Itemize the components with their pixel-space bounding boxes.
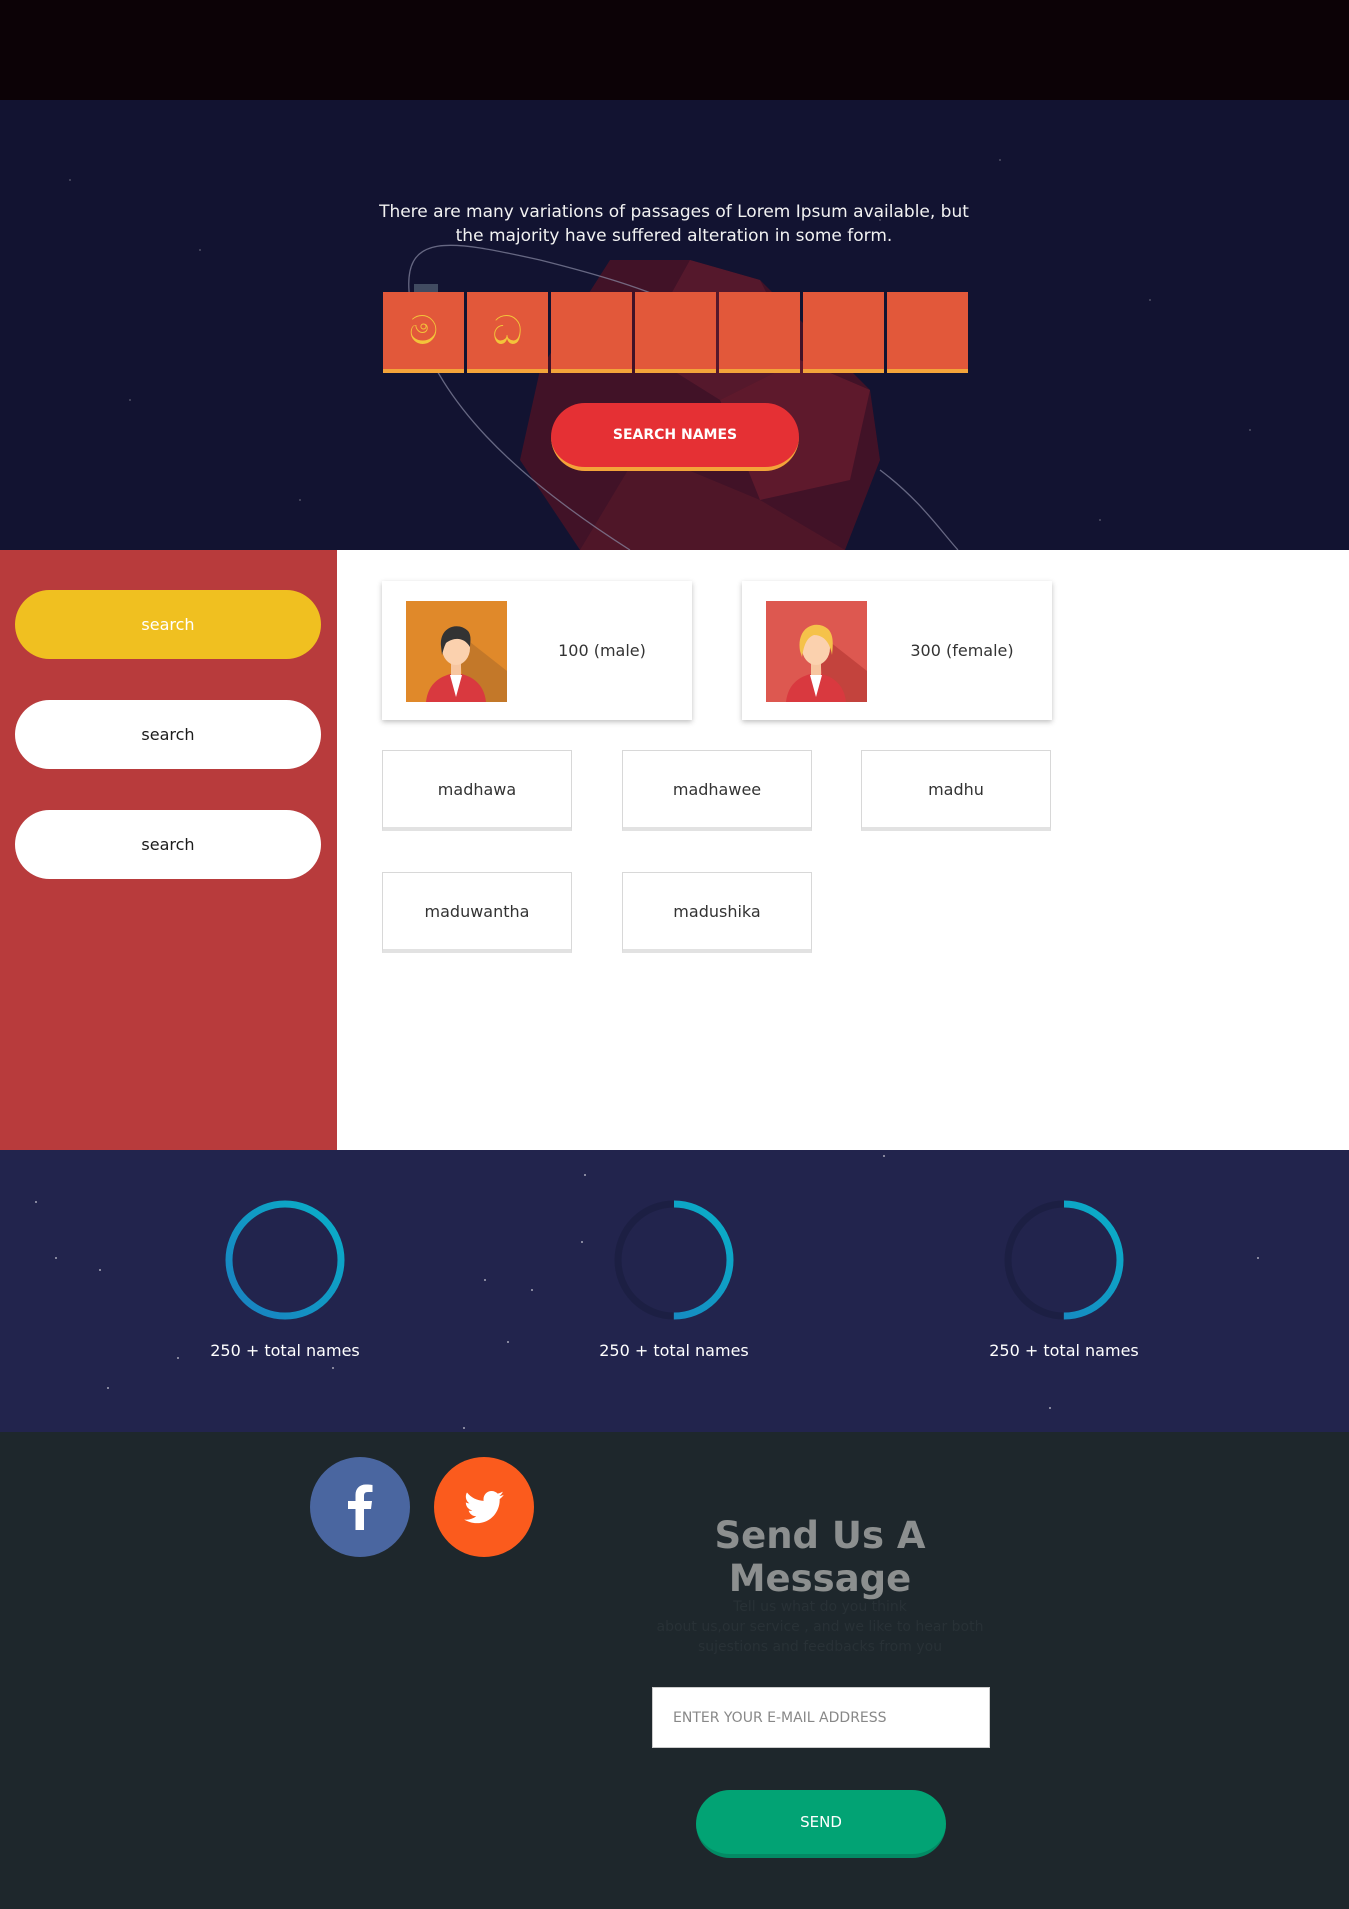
- letter-box[interactable]: [803, 292, 884, 373]
- name-card[interactable]: madhu: [861, 750, 1051, 831]
- search-names-button[interactable]: SEARCH NAMES: [551, 403, 799, 471]
- female-count-card[interactable]: 300 (female): [742, 581, 1052, 720]
- send-button[interactable]: SEND: [696, 1790, 946, 1858]
- facebook-button[interactable]: [310, 1457, 410, 1557]
- stat-total-names: 250 + total names: [185, 1199, 385, 1360]
- message-subtitle: Tell us what do you think about us,our s…: [620, 1597, 1020, 1657]
- subtitle-line: Tell us what do you think: [733, 1599, 907, 1615]
- name-card[interactable]: madushika: [622, 872, 812, 953]
- facebook-icon: [348, 1484, 373, 1530]
- male-count-card[interactable]: 100 (male): [382, 581, 692, 720]
- letter-boxes: ම ධ: [383, 292, 968, 373]
- subtitle-line: sujestions and feedbacks from you: [697, 1639, 943, 1655]
- name-card[interactable]: madhawa: [382, 750, 572, 831]
- letter-box[interactable]: [887, 292, 968, 373]
- male-avatar: [406, 601, 507, 702]
- letter-box[interactable]: [635, 292, 716, 373]
- email-field[interactable]: [652, 1687, 990, 1748]
- hero-description: There are many variations of passages of…: [379, 202, 969, 246]
- progress-ring: [225, 1200, 345, 1320]
- name-card[interactable]: maduwantha: [382, 872, 572, 953]
- hero-section: There are many variations of passages of…: [0, 100, 1349, 550]
- stat-label: 250 + total names: [989, 1341, 1139, 1360]
- letter-box[interactable]: ධ: [467, 292, 548, 373]
- sidebar: search search search: [0, 550, 337, 1150]
- female-count-label: 300 (female): [910, 641, 1014, 660]
- stat-label: 250 + total names: [210, 1341, 360, 1360]
- twitter-icon: [464, 1490, 504, 1523]
- top-bar: [0, 0, 1349, 100]
- letter-box[interactable]: [719, 292, 800, 373]
- subtitle-line: about us,our service , and we like to he…: [656, 1619, 984, 1635]
- letter-box[interactable]: ම: [383, 292, 464, 373]
- search-button[interactable]: search: [15, 700, 321, 769]
- progress-ring: [1004, 1200, 1124, 1320]
- stats-section: 250 + total names 250 + total names 250 …: [0, 1150, 1349, 1432]
- letter-box[interactable]: [551, 292, 632, 373]
- twitter-button[interactable]: [434, 1457, 534, 1557]
- search-button[interactable]: search: [15, 810, 321, 879]
- message-title: Send Us A Message: [714, 1514, 926, 1600]
- progress-ring: [614, 1200, 734, 1320]
- male-count-label: 100 (male): [558, 641, 646, 660]
- female-avatar: [766, 601, 867, 702]
- stat-label: 250 + total names: [599, 1341, 749, 1360]
- footer-section: Send Us A Message Tell us what do you th…: [0, 1432, 1349, 1909]
- results-section: search search search 100 (male) 300 (fem…: [0, 550, 1349, 1150]
- name-card[interactable]: madhawee: [622, 750, 812, 831]
- stat-total-names: 250 + total names: [574, 1199, 774, 1360]
- stat-total-names: 250 + total names: [964, 1199, 1164, 1360]
- search-button-active[interactable]: search: [15, 590, 321, 659]
